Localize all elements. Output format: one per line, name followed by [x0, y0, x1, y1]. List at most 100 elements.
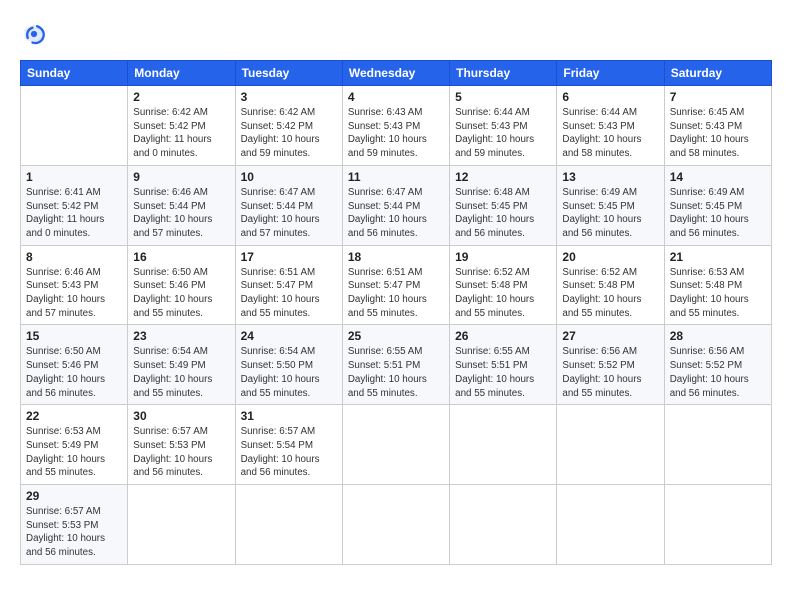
- calendar-row-0: 2 Sunrise: 6:42 AM Sunset: 5:42 PM Dayli…: [21, 86, 772, 166]
- day-info: Sunrise: 6:45 AM Sunset: 5:43 PM Dayligh…: [670, 106, 766, 161]
- calendar-cell: 6 Sunrise: 6:44 AM Sunset: 5:43 PM Dayli…: [557, 86, 664, 166]
- calendar-cell: 12 Sunrise: 6:48 AM Sunset: 5:45 PM Dayl…: [450, 165, 557, 245]
- col-tuesday: Tuesday: [235, 61, 342, 86]
- calendar-table: Sunday Monday Tuesday Wednesday Thursday…: [20, 60, 772, 565]
- calendar-row-3: 15 Sunrise: 6:50 AM Sunset: 5:46 PM Dayl…: [21, 325, 772, 405]
- header: [20, 20, 772, 48]
- day-number: 16: [133, 250, 229, 264]
- day-number: 15: [26, 329, 122, 343]
- day-number: 28: [670, 329, 766, 343]
- day-number: 8: [26, 250, 122, 264]
- day-number: 7: [670, 90, 766, 104]
- calendar-row-1: 1 Sunrise: 6:41 AM Sunset: 5:42 PM Dayli…: [21, 165, 772, 245]
- logo: [20, 20, 52, 48]
- day-info: Sunrise: 6:52 AM Sunset: 5:48 PM Dayligh…: [455, 266, 551, 321]
- logo-icon: [20, 20, 48, 48]
- day-info: Sunrise: 6:56 AM Sunset: 5:52 PM Dayligh…: [562, 345, 658, 400]
- page: Sunday Monday Tuesday Wednesday Thursday…: [0, 0, 792, 612]
- calendar-row-5: 29 Sunrise: 6:57 AM Sunset: 5:53 PM Dayl…: [21, 485, 772, 565]
- calendar-header-row: Sunday Monday Tuesday Wednesday Thursday…: [21, 61, 772, 86]
- day-number: 12: [455, 170, 551, 184]
- calendar-cell: 14 Sunrise: 6:49 AM Sunset: 5:45 PM Dayl…: [664, 165, 771, 245]
- col-sunday: Sunday: [21, 61, 128, 86]
- day-number: 24: [241, 329, 337, 343]
- calendar-cell: 27 Sunrise: 6:56 AM Sunset: 5:52 PM Dayl…: [557, 325, 664, 405]
- day-info: Sunrise: 6:43 AM Sunset: 5:43 PM Dayligh…: [348, 106, 444, 161]
- day-info: Sunrise: 6:42 AM Sunset: 5:42 PM Dayligh…: [133, 106, 229, 161]
- day-number: 18: [348, 250, 444, 264]
- calendar-cell: 8 Sunrise: 6:46 AM Sunset: 5:43 PM Dayli…: [21, 245, 128, 325]
- day-info: Sunrise: 6:49 AM Sunset: 5:45 PM Dayligh…: [670, 186, 766, 241]
- day-info: Sunrise: 6:52 AM Sunset: 5:48 PM Dayligh…: [562, 266, 658, 321]
- col-wednesday: Wednesday: [342, 61, 449, 86]
- calendar-cell: 13 Sunrise: 6:49 AM Sunset: 5:45 PM Dayl…: [557, 165, 664, 245]
- day-number: 5: [455, 90, 551, 104]
- day-number: 27: [562, 329, 658, 343]
- calendar-cell: 20 Sunrise: 6:52 AM Sunset: 5:48 PM Dayl…: [557, 245, 664, 325]
- day-number: 3: [241, 90, 337, 104]
- calendar-cell: 11 Sunrise: 6:47 AM Sunset: 5:44 PM Dayl…: [342, 165, 449, 245]
- calendar-cell: 19 Sunrise: 6:52 AM Sunset: 5:48 PM Dayl…: [450, 245, 557, 325]
- calendar-cell: 30 Sunrise: 6:57 AM Sunset: 5:53 PM Dayl…: [128, 405, 235, 485]
- calendar-cell: [664, 405, 771, 485]
- day-number: 25: [348, 329, 444, 343]
- calendar-row-4: 22 Sunrise: 6:53 AM Sunset: 5:49 PM Dayl…: [21, 405, 772, 485]
- calendar-cell: 31 Sunrise: 6:57 AM Sunset: 5:54 PM Dayl…: [235, 405, 342, 485]
- calendar-cell: 7 Sunrise: 6:45 AM Sunset: 5:43 PM Dayli…: [664, 86, 771, 166]
- calendar-cell: [235, 485, 342, 565]
- calendar-cell: 26 Sunrise: 6:55 AM Sunset: 5:51 PM Dayl…: [450, 325, 557, 405]
- calendar-cell: 16 Sunrise: 6:50 AM Sunset: 5:46 PM Dayl…: [128, 245, 235, 325]
- calendar-row-2: 8 Sunrise: 6:46 AM Sunset: 5:43 PM Dayli…: [21, 245, 772, 325]
- calendar-cell: 17 Sunrise: 6:51 AM Sunset: 5:47 PM Dayl…: [235, 245, 342, 325]
- calendar-cell: 15 Sunrise: 6:50 AM Sunset: 5:46 PM Dayl…: [21, 325, 128, 405]
- day-number: 14: [670, 170, 766, 184]
- calendar-cell: 1 Sunrise: 6:41 AM Sunset: 5:42 PM Dayli…: [21, 165, 128, 245]
- day-info: Sunrise: 6:41 AM Sunset: 5:42 PM Dayligh…: [26, 186, 122, 241]
- day-number: 31: [241, 409, 337, 423]
- day-number: 4: [348, 90, 444, 104]
- day-number: 29: [26, 489, 122, 503]
- calendar-cell: 21 Sunrise: 6:53 AM Sunset: 5:48 PM Dayl…: [664, 245, 771, 325]
- day-info: Sunrise: 6:57 AM Sunset: 5:53 PM Dayligh…: [26, 505, 122, 560]
- day-number: 22: [26, 409, 122, 423]
- day-info: Sunrise: 6:47 AM Sunset: 5:44 PM Dayligh…: [241, 186, 337, 241]
- day-info: Sunrise: 6:57 AM Sunset: 5:54 PM Dayligh…: [241, 425, 337, 480]
- calendar-cell: 24 Sunrise: 6:54 AM Sunset: 5:50 PM Dayl…: [235, 325, 342, 405]
- day-info: Sunrise: 6:51 AM Sunset: 5:47 PM Dayligh…: [241, 266, 337, 321]
- calendar-cell: 29 Sunrise: 6:57 AM Sunset: 5:53 PM Dayl…: [21, 485, 128, 565]
- day-number: 19: [455, 250, 551, 264]
- day-number: 9: [133, 170, 229, 184]
- day-info: Sunrise: 6:55 AM Sunset: 5:51 PM Dayligh…: [455, 345, 551, 400]
- day-number: 13: [562, 170, 658, 184]
- day-info: Sunrise: 6:54 AM Sunset: 5:49 PM Dayligh…: [133, 345, 229, 400]
- day-number: 21: [670, 250, 766, 264]
- day-info: Sunrise: 6:53 AM Sunset: 5:48 PM Dayligh…: [670, 266, 766, 321]
- day-info: Sunrise: 6:44 AM Sunset: 5:43 PM Dayligh…: [455, 106, 551, 161]
- day-info: Sunrise: 6:46 AM Sunset: 5:43 PM Dayligh…: [26, 266, 122, 321]
- calendar-cell: 10 Sunrise: 6:47 AM Sunset: 5:44 PM Dayl…: [235, 165, 342, 245]
- col-saturday: Saturday: [664, 61, 771, 86]
- calendar-cell: [342, 485, 449, 565]
- day-number: 17: [241, 250, 337, 264]
- day-info: Sunrise: 6:56 AM Sunset: 5:52 PM Dayligh…: [670, 345, 766, 400]
- calendar-cell: 4 Sunrise: 6:43 AM Sunset: 5:43 PM Dayli…: [342, 86, 449, 166]
- day-info: Sunrise: 6:44 AM Sunset: 5:43 PM Dayligh…: [562, 106, 658, 161]
- day-number: 2: [133, 90, 229, 104]
- calendar-cell: [128, 485, 235, 565]
- day-info: Sunrise: 6:55 AM Sunset: 5:51 PM Dayligh…: [348, 345, 444, 400]
- day-number: 20: [562, 250, 658, 264]
- calendar-cell: 25 Sunrise: 6:55 AM Sunset: 5:51 PM Dayl…: [342, 325, 449, 405]
- calendar-cell: [664, 485, 771, 565]
- day-info: Sunrise: 6:49 AM Sunset: 5:45 PM Dayligh…: [562, 186, 658, 241]
- day-number: 6: [562, 90, 658, 104]
- calendar-cell: 22 Sunrise: 6:53 AM Sunset: 5:49 PM Dayl…: [21, 405, 128, 485]
- calendar-cell: 9 Sunrise: 6:46 AM Sunset: 5:44 PM Dayli…: [128, 165, 235, 245]
- day-info: Sunrise: 6:42 AM Sunset: 5:42 PM Dayligh…: [241, 106, 337, 161]
- day-info: Sunrise: 6:48 AM Sunset: 5:45 PM Dayligh…: [455, 186, 551, 241]
- day-info: Sunrise: 6:54 AM Sunset: 5:50 PM Dayligh…: [241, 345, 337, 400]
- calendar-cell: [557, 405, 664, 485]
- day-info: Sunrise: 6:50 AM Sunset: 5:46 PM Dayligh…: [26, 345, 122, 400]
- calendar-cell: 2 Sunrise: 6:42 AM Sunset: 5:42 PM Dayli…: [128, 86, 235, 166]
- calendar-cell: 3 Sunrise: 6:42 AM Sunset: 5:42 PM Dayli…: [235, 86, 342, 166]
- day-info: Sunrise: 6:47 AM Sunset: 5:44 PM Dayligh…: [348, 186, 444, 241]
